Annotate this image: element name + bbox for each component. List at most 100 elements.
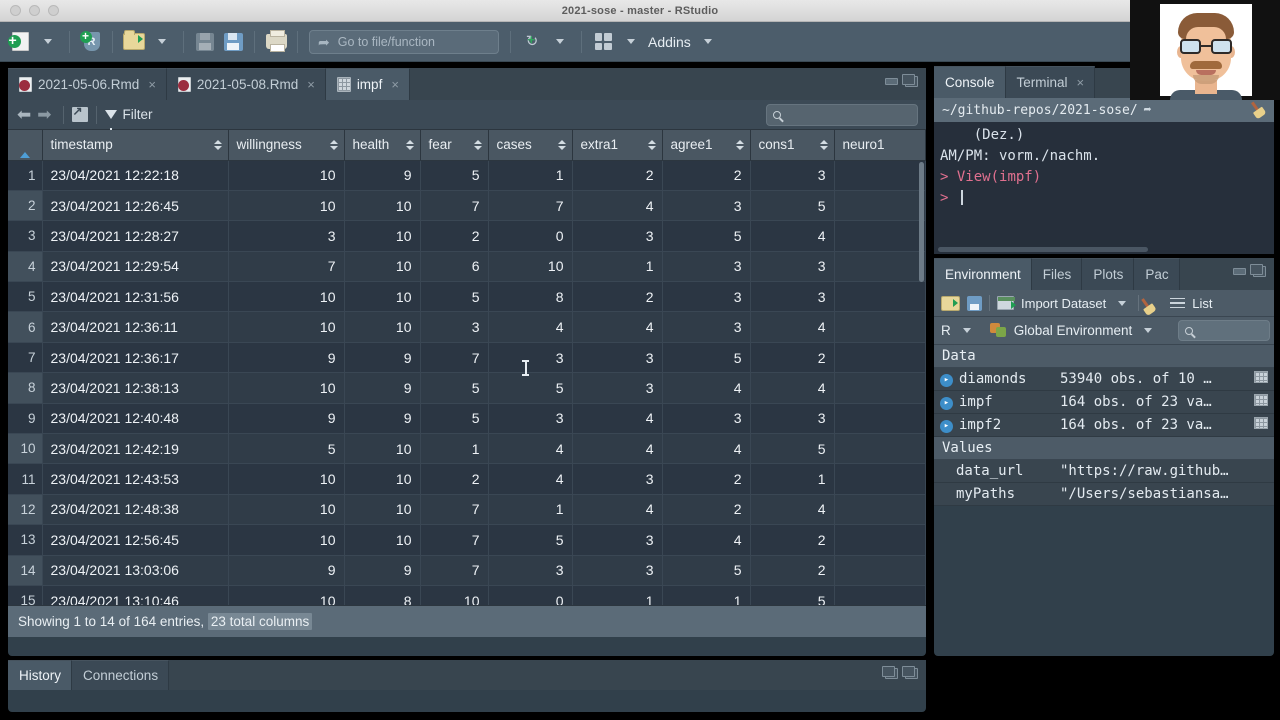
environment-object-row[interactable]: ▸ diamonds 53940 obs. of 10 …	[934, 367, 1274, 391]
restore-pane-icon[interactable]	[882, 666, 898, 679]
chevron-down-icon[interactable]	[1118, 300, 1127, 306]
column-header-cons1[interactable]: cons1	[750, 130, 835, 161]
reload-app-button[interactable]: ↻ +	[519, 29, 545, 55]
data-viewer-search[interactable]	[766, 104, 918, 126]
close-tab-icon[interactable]: ×	[307, 77, 315, 92]
environment-object-row[interactable]: data_url "https://raw.github…	[934, 459, 1274, 483]
history-pane-controls[interactable]	[882, 666, 918, 679]
pane-layout-dropdown[interactable]	[618, 29, 644, 55]
save-workspace-icon[interactable]	[967, 295, 982, 311]
column-header-timestamp[interactable]: timestamp	[42, 130, 229, 161]
table-row[interactable]: 12 23/04/2021 12:48:38 10 10 7 1 4 2 4	[8, 494, 926, 526]
import-dataset-icon[interactable]	[997, 296, 1016, 310]
addins-dropdown[interactable]	[695, 29, 721, 55]
open-file-button[interactable]	[121, 29, 147, 55]
table-row[interactable]: 2 23/04/2021 12:26:45 10 10 7 7 4 3 5	[8, 190, 926, 222]
goto-directory-icon[interactable]: ➦	[1144, 103, 1152, 118]
list-view-label[interactable]: List	[1192, 296, 1212, 311]
open-recent-dropdown[interactable]	[149, 29, 175, 55]
tab-terminal[interactable]: Terminal ×	[1005, 66, 1096, 98]
environment-object-name[interactable]: ▸ diamonds	[934, 367, 1054, 391]
popout-window-icon[interactable]	[71, 104, 88, 122]
column-header-health[interactable]: health	[344, 130, 421, 161]
save-button[interactable]	[192, 29, 218, 55]
environment-pane-controls[interactable]	[1233, 264, 1266, 277]
column-header-extra1[interactable]: extra1	[572, 130, 663, 161]
environment-search-input[interactable]	[1178, 320, 1270, 341]
maximize-pane-icon[interactable]	[1250, 264, 1266, 277]
close-tab-icon[interactable]: ×	[1077, 75, 1085, 90]
maximize-pane-icon[interactable]	[902, 74, 918, 87]
column-header-willingness[interactable]: willingness	[228, 130, 345, 161]
source-tab-impf[interactable]: impf ×	[325, 68, 410, 100]
global-environment-label[interactable]: Global Environment	[1014, 323, 1133, 338]
new-file-button[interactable]	[7, 29, 33, 55]
source-tab-rmd-0508[interactable]: 2021-05-08.Rmd ×	[166, 68, 326, 100]
view-dataframe-icon[interactable]	[1254, 371, 1268, 383]
sort-icon[interactable]	[647, 139, 656, 150]
print-button[interactable]	[263, 29, 289, 55]
column-header-rownum[interactable]	[8, 130, 43, 161]
maximize-pane-icon[interactable]	[902, 666, 918, 679]
table-row[interactable]: 11 23/04/2021 12:43:53 10 10 2 4 3 2 1	[8, 463, 926, 495]
environment-object-name[interactable]: ▸ impf2	[934, 413, 1054, 437]
tab-console[interactable]: Console	[934, 66, 1006, 98]
sort-icon[interactable]	[329, 139, 338, 150]
table-row[interactable]: 15 23/04/2021 13:10:46 10 8 10 0 1 1 5	[8, 585, 926, 605]
list-view-icon[interactable]	[1170, 297, 1186, 309]
data-grid-vertical-scrollbar[interactable]	[918, 162, 925, 592]
console-horizontal-scrollbar[interactable]	[938, 247, 1148, 252]
table-row[interactable]: 8 23/04/2021 12:38:13 10 9 5 5 3 4 4	[8, 372, 926, 404]
sort-icon[interactable]	[213, 139, 222, 150]
table-row[interactable]: 6 23/04/2021 12:36:11 10 10 3 4 4 3 4	[8, 311, 926, 343]
table-row[interactable]: 10 23/04/2021 12:42:19 5 10 1 4 4 4 5	[8, 433, 926, 465]
tab-plots[interactable]: Plots	[1082, 258, 1135, 290]
column-header-fear[interactable]: fear	[420, 130, 489, 161]
save-all-button[interactable]	[220, 29, 246, 55]
environment-object-name[interactable]: data_url	[934, 459, 1054, 483]
expand-object-icon[interactable]: ▸	[940, 420, 953, 433]
expand-object-icon[interactable]: ▸	[940, 397, 953, 410]
view-dataframe-icon[interactable]	[1254, 394, 1268, 406]
filter-button[interactable]: Filter	[104, 107, 153, 132]
view-dataframe-icon[interactable]	[1254, 417, 1268, 429]
clear-console-icon[interactable]	[1244, 97, 1269, 122]
sort-icon[interactable]	[405, 139, 414, 150]
environment-object-row[interactable]: ▸ impf2 164 obs. of 23 va…	[934, 413, 1274, 437]
environment-object-name[interactable]: ▸ impf	[934, 390, 1054, 414]
forward-arrow-icon[interactable]: ➡	[34, 106, 54, 123]
addins-button[interactable]: Addins	[646, 29, 693, 55]
console-working-directory[interactable]: ~/github-repos/2021-sose/ ➦	[934, 98, 1274, 122]
close-tab-icon[interactable]: ×	[148, 77, 156, 92]
tab-history[interactable]: History	[8, 660, 73, 690]
tab-files[interactable]: Files	[1031, 258, 1083, 290]
environment-object-actions[interactable]	[1248, 459, 1274, 483]
table-row[interactable]: 13 23/04/2021 12:56:45 10 10 7 5 3 4 2	[8, 524, 926, 556]
reload-dropdown[interactable]	[547, 29, 573, 55]
table-row[interactable]: 5 23/04/2021 12:31:56 10 10 5 8 2 3 3	[8, 281, 926, 313]
source-pane-controls[interactable]	[885, 74, 918, 87]
environment-object-row[interactable]: ▸ impf 164 obs. of 23 va…	[934, 390, 1274, 414]
goto-file-function-input[interactable]: ➦ Go to file/function	[309, 29, 499, 54]
new-file-dropdown[interactable]	[35, 29, 61, 55]
sort-icon[interactable]	[735, 139, 744, 150]
table-row[interactable]: 1 23/04/2021 12:22:18 10 9 5 1 2 2 3	[8, 160, 926, 191]
minimize-pane-icon[interactable]	[1233, 268, 1246, 275]
tab-packages[interactable]: Pac	[1134, 258, 1180, 290]
table-row[interactable]: 14 23/04/2021 13:03:06 9 9 7 3 3 5 2	[8, 555, 926, 586]
table-row[interactable]: 4 23/04/2021 12:29:54 7 10 6 10 1 3 3	[8, 251, 926, 283]
tab-connections[interactable]: Connections	[72, 660, 170, 690]
source-tab-rmd-0506[interactable]: 2021-05-06.Rmd ×	[8, 68, 167, 100]
console-line-prompt[interactable]: >	[940, 188, 1268, 209]
pane-layout-button[interactable]	[590, 29, 616, 55]
back-arrow-icon[interactable]: ⬅	[14, 106, 34, 123]
expand-object-icon[interactable]: ▸	[940, 374, 953, 387]
new-project-button[interactable]: R +	[78, 29, 104, 55]
data-grid-container[interactable]: timestamp willingness health fear cases …	[8, 130, 926, 605]
column-header-cases[interactable]: cases	[488, 130, 573, 161]
environment-object-name[interactable]: myPaths	[934, 482, 1054, 506]
console-output[interactable]: (Dez.) AM/PM: vorm./nachm. > View(impf) …	[934, 122, 1274, 254]
table-row[interactable]: 7 23/04/2021 12:36:17 9 9 7 3 3 5 2	[8, 342, 926, 374]
column-header-neuro1[interactable]: neuro1	[834, 130, 926, 161]
load-workspace-icon[interactable]	[941, 295, 960, 311]
